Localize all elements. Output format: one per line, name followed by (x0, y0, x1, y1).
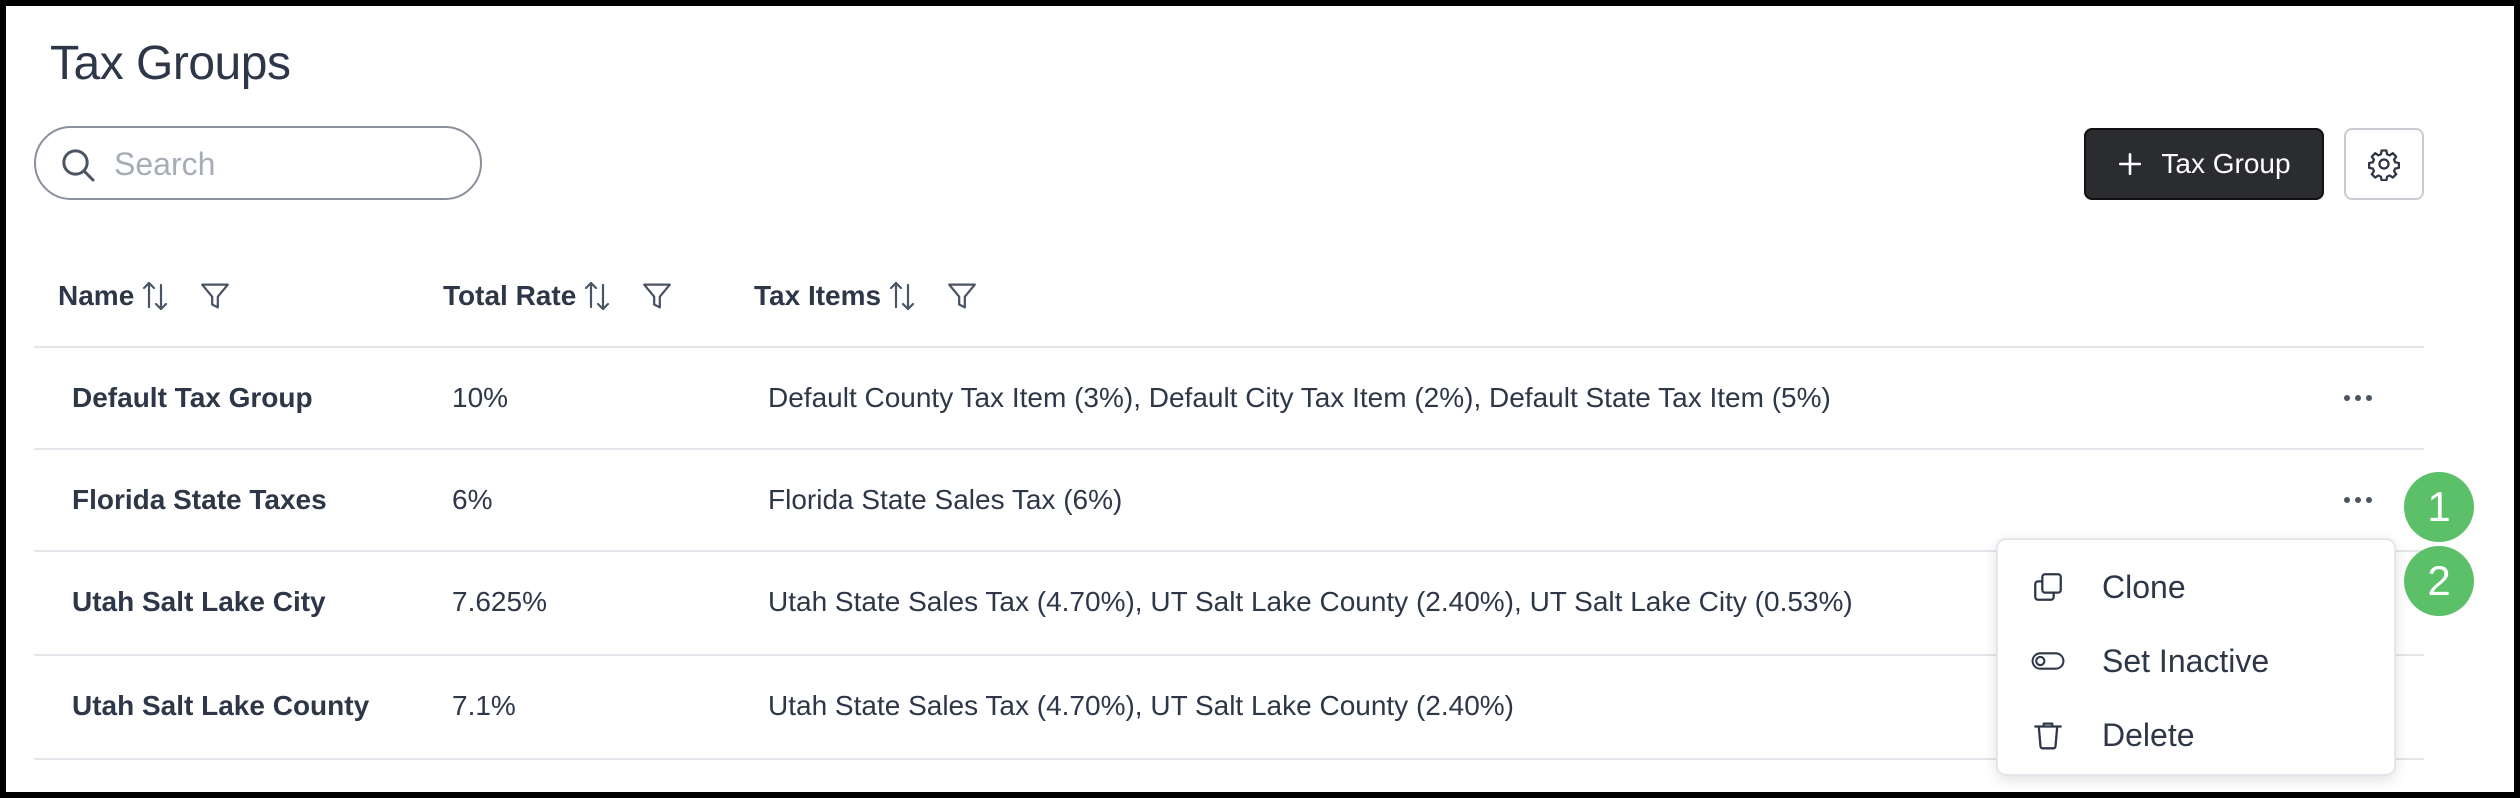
more-actions-button[interactable] (2334, 484, 2382, 516)
trash-icon (2030, 717, 2066, 753)
row-rate: 7.625% (452, 586, 547, 617)
column-header-name[interactable]: Name (58, 276, 232, 316)
filter-icon[interactable] (640, 279, 674, 313)
settings-button[interactable] (2344, 128, 2424, 200)
table-row[interactable]: Florida State Taxes 6% Florida State Sal… (34, 450, 2424, 552)
menu-item-label: Set Inactive (2102, 642, 2270, 679)
row-rate: 10% (452, 382, 509, 413)
row-rate: 6% (452, 484, 493, 515)
row-name: Utah Salt Lake County (72, 690, 370, 721)
column-header-total-rate[interactable]: Total Rate (443, 276, 674, 316)
table-row[interactable]: Default Tax Group 10% Default County Tax… (34, 348, 2424, 450)
gear-icon (2367, 149, 2401, 181)
ellipsis-icon (2366, 497, 2372, 503)
column-label: Total Rate (443, 280, 577, 311)
ellipsis-icon (2355, 395, 2361, 401)
row-name: Default Tax Group (72, 382, 313, 413)
column-label: Name (58, 280, 135, 311)
add-tax-group-label: Tax Group (2161, 148, 2291, 179)
search-input[interactable] (112, 142, 456, 186)
column-header-tax-items[interactable]: Tax Items (754, 276, 979, 316)
menu-item-delete[interactable]: Delete (1998, 700, 2394, 770)
more-actions-button[interactable] (2334, 382, 2382, 414)
row-tax-items: Utah State Sales Tax (4.70%), UT Salt La… (768, 586, 1853, 617)
filter-icon[interactable] (945, 279, 979, 313)
ellipsis-icon (2344, 497, 2350, 503)
search-box[interactable] (34, 126, 482, 200)
menu-item-clone[interactable]: Clone (1998, 552, 2394, 622)
menu-item-label: Delete (2102, 716, 2195, 753)
row-name: Utah Salt Lake City (72, 586, 326, 617)
menu-item-set-inactive[interactable]: Set Inactive (1998, 626, 2394, 696)
page-title: Tax Groups (50, 37, 291, 90)
add-tax-group-button[interactable]: Tax Group (2084, 128, 2324, 200)
app-frame: Tax Groups Tax Group Name (6, 6, 2514, 792)
ellipsis-icon (2366, 395, 2372, 401)
plus-icon (2119, 152, 2142, 176)
row-name: Florida State Taxes (72, 484, 327, 515)
sort-icon[interactable] (140, 279, 170, 313)
sort-icon[interactable] (887, 279, 917, 313)
row-tax-items: Default County Tax Item (3%), Default Ci… (768, 382, 1831, 413)
step-badge-1: 1 (2404, 472, 2474, 542)
toggle-off-icon (2030, 643, 2066, 679)
search-icon (62, 149, 95, 182)
menu-item-label: Clone (2102, 568, 2186, 605)
step-badge-2: 2 (2404, 546, 2474, 616)
row-tax-items: Florida State Sales Tax (6%) (768, 484, 1123, 515)
ellipsis-icon (2355, 497, 2361, 503)
filter-icon[interactable] (198, 279, 232, 313)
row-actions-menu: Clone Set Inactive Delete (1996, 538, 2396, 776)
sort-icon[interactable] (582, 279, 612, 313)
row-tax-items: Utah State Sales Tax (4.70%), UT Salt La… (768, 690, 1515, 721)
row-rate: 7.1% (452, 690, 516, 721)
copy-icon (2030, 569, 2066, 605)
ellipsis-icon (2344, 395, 2350, 401)
column-label: Tax Items (754, 280, 882, 311)
